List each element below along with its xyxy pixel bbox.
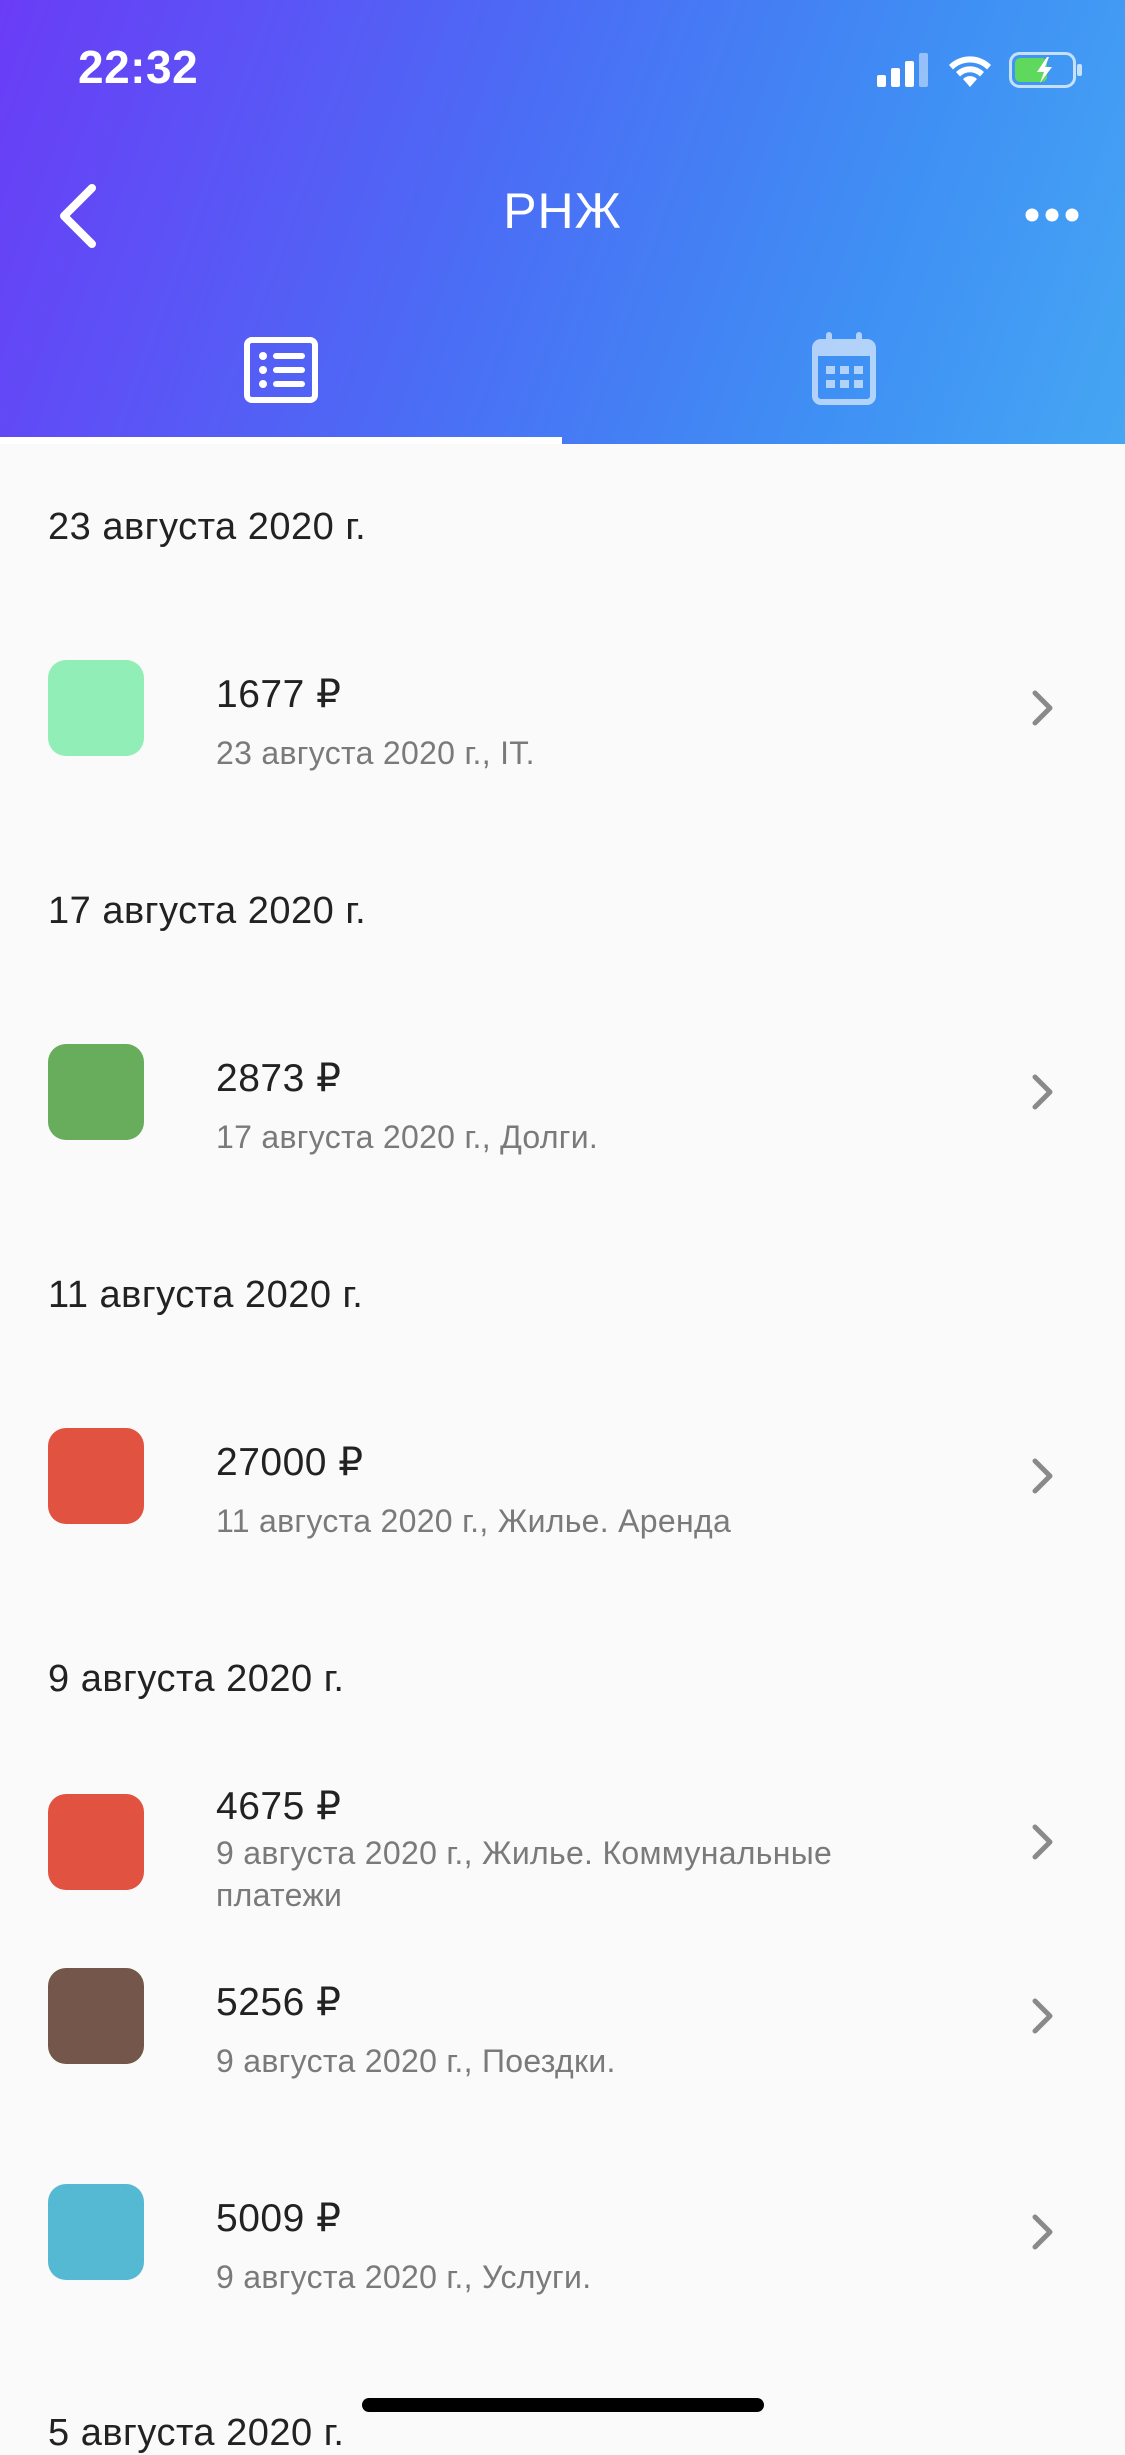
calendar-icon [812,332,876,405]
item-subtitle: 9 августа 2020 г., Услуги. [216,2259,592,2295]
list-item[interactable]: 2873 ₽ 17 августа 2020 г., Долги. [0,1044,1125,1194]
category-color-swatch [48,1428,144,1524]
category-color-swatch [48,2184,144,2280]
date-header: 5 августа 2020 г. [48,2412,345,2454]
item-subtitle: 9 августа 2020 г., Поездки. [216,2043,616,2079]
tab-list[interactable] [0,324,562,444]
chevron-right-icon [1032,2214,1053,2250]
chevron-right-icon [1032,690,1053,726]
date-header: 23 августа 2020 г. [48,506,367,548]
amount: 5009 ₽ [216,2197,342,2240]
page-title: РНЖ [503,183,622,239]
item-subtitle: 23 августа 2020 г., IT. [216,735,535,771]
chevron-right-icon [1032,1998,1053,2034]
date-header: 11 августа 2020 г. [48,1274,364,1316]
home-indicator [362,2398,764,2412]
wifi-icon [949,56,991,87]
tab-indicator [0,437,562,444]
battery-charging-icon [1009,52,1082,88]
category-color-swatch [48,1044,144,1140]
amount: 4675 ₽ [216,1785,342,1828]
chevron-right-icon [1032,1824,1053,1860]
more-button[interactable] [1017,195,1087,235]
header: 22:32 РНЖ [0,0,1125,444]
item-subtitle: 11 августа 2020 г., Жилье. Аренда [216,1503,732,1539]
status-icons [877,50,1083,90]
list-item[interactable]: 5256 ₽ 9 августа 2020 г., Поездки. [0,1968,1125,2118]
category-color-swatch [48,1794,144,1890]
amount: 1677 ₽ [216,673,342,716]
status-time: 22:32 [78,41,199,93]
item-subtitle: 17 августа 2020 г., Долги. [216,1119,599,1155]
list-icon [244,337,318,403]
amount: 5256 ₽ [216,1981,342,2024]
more-horizontal-icon [1025,208,1079,222]
category-color-swatch [48,1968,144,2064]
list-item[interactable]: 4675 ₽ 9 августа 2020 г., Жилье. Коммуна… [0,1785,1125,1944]
list-item[interactable]: 5009 ₽ 9 августа 2020 г., Услуги. [0,2184,1125,2334]
signal-icon [877,53,928,87]
date-header: 9 августа 2020 г. [48,1658,345,1700]
list-item[interactable]: 27000 ₽ 11 августа 2020 г., Жилье. Аренд… [0,1428,1125,1578]
amount: 2873 ₽ [216,1057,342,1100]
chevron-right-icon [1032,1458,1053,1494]
category-color-swatch [48,660,144,756]
date-header: 17 августа 2020 г. [48,890,367,932]
tab-calendar[interactable] [563,324,1125,444]
chevron-right-icon [1032,1074,1053,1110]
item-subtitle: 9 августа 2020 г., Жилье. Коммунальные п… [216,1835,833,1913]
amount: 27000 ₽ [216,1441,364,1484]
list-item[interactable]: 1677 ₽ 23 августа 2020 г., IT. [0,660,1125,810]
